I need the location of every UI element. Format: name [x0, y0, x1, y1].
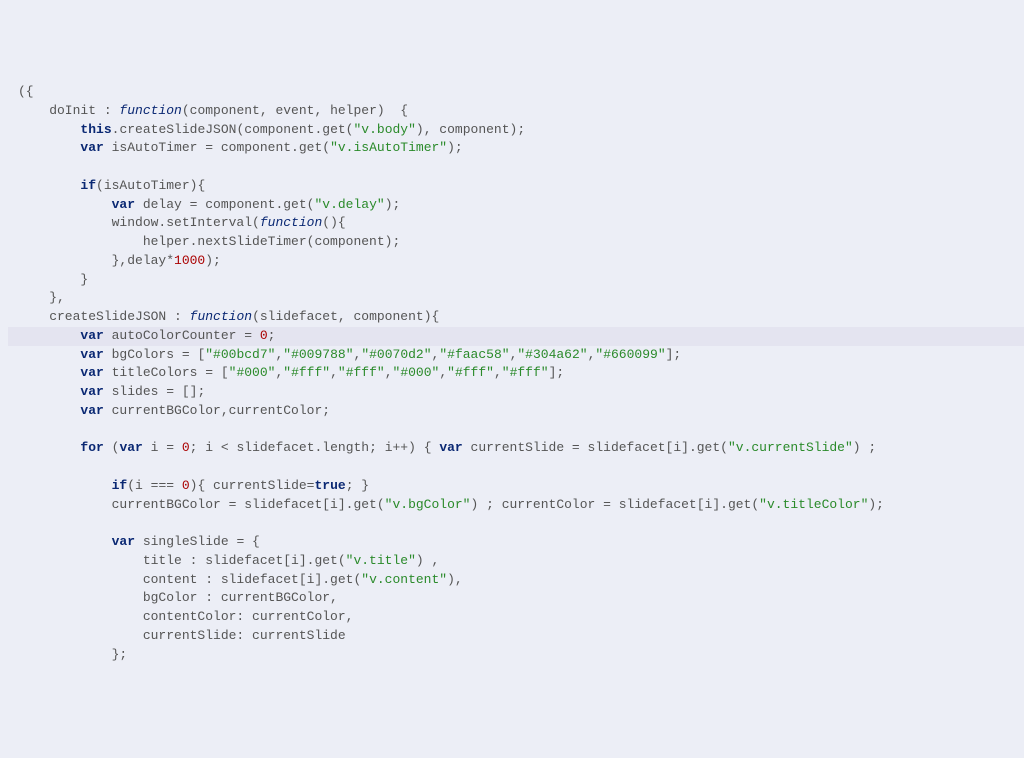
code-line: createSlideJSON : function(slidefacet, c… [8, 308, 1024, 327]
code-line-highlighted: var autoColorCounter = 0; [8, 327, 1024, 346]
code-line: if(isAutoTimer){ [8, 177, 1024, 196]
code-line: var singleSlide = { [8, 533, 1024, 552]
code-line: doInit : function(component, event, help… [8, 102, 1024, 121]
code-line: if(i === 0){ currentSlide=true; } [8, 477, 1024, 496]
code-line [8, 458, 1024, 477]
code-line: currentBGColor = slidefacet[i].get("v.bg… [8, 496, 1024, 515]
code-line: }; [8, 646, 1024, 665]
code-line: title : slidefacet[i].get("v.title") , [8, 552, 1024, 571]
code-line: var slides = []; [8, 383, 1024, 402]
code-line: var currentBGColor,currentColor; [8, 402, 1024, 421]
code-line: content : slidefacet[i].get("v.content")… [8, 571, 1024, 590]
code-line: ({ [8, 83, 1024, 102]
code-line: this.createSlideJSON(component.get("v.bo… [8, 121, 1024, 140]
code-line: var delay = component.get("v.delay"); [8, 196, 1024, 215]
code-line [8, 514, 1024, 533]
code-line: var isAutoTimer = component.get("v.isAut… [8, 139, 1024, 158]
code-line: for (var i = 0; i < slidefacet.length; i… [8, 439, 1024, 458]
code-line: }, [8, 289, 1024, 308]
code-line: helper.nextSlideTimer(component); [8, 233, 1024, 252]
code-line: var titleColors = ["#000","#fff","#fff",… [8, 364, 1024, 383]
code-line: var bgColors = ["#00bcd7","#009788","#00… [8, 346, 1024, 365]
code-line: window.setInterval(function(){ [8, 214, 1024, 233]
code-editor[interactable]: ({ doInit : function(component, event, h… [0, 75, 1024, 664]
code-line: },delay*1000); [8, 252, 1024, 271]
code-line: contentColor: currentColor, [8, 608, 1024, 627]
code-line: bgColor : currentBGColor, [8, 589, 1024, 608]
code-line: currentSlide: currentSlide [8, 627, 1024, 646]
code-line: } [8, 271, 1024, 290]
code-line [8, 421, 1024, 440]
code-line [8, 158, 1024, 177]
